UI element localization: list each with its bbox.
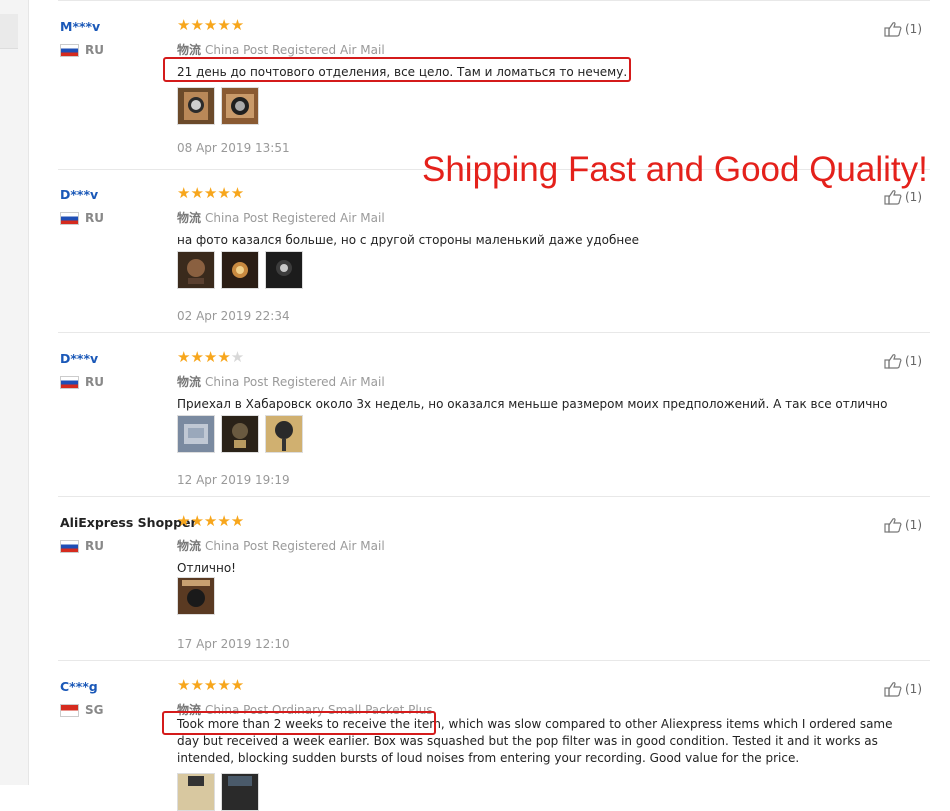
highlight-box-review-5 <box>162 711 436 735</box>
country-code: RU <box>85 211 104 225</box>
review-item: AliExpress Shopper RU ★★★★★ 物流 China Post… <box>58 497 930 661</box>
shipping-method: China Post Registered Air Mail <box>205 539 385 553</box>
reviewer-name[interactable]: D***v <box>60 351 98 366</box>
shipping-method: China Post Registered Air Mail <box>205 375 385 389</box>
page-left-gutter <box>0 0 29 785</box>
review-photo[interactable] <box>221 87 259 125</box>
helpful-button[interactable]: (1) <box>884 517 922 533</box>
reviewer-country: RU <box>60 375 104 389</box>
thumbs-up-icon <box>884 518 902 533</box>
reviewer-country: RU <box>60 211 104 225</box>
review-item: M***v RU ★★★★★ 物流 China Post Registered A… <box>58 0 930 170</box>
russia-flag-icon <box>60 43 79 57</box>
review-text: Приехал в Хабаровск около 3х недель, но … <box>177 397 888 411</box>
thumbs-up-icon <box>884 682 902 697</box>
review-text: на фото казался больше, но с другой стор… <box>177 233 640 247</box>
review-photo[interactable] <box>177 87 215 125</box>
reviewer-name[interactable]: M***v <box>60 19 100 34</box>
review-photos <box>177 415 303 453</box>
review-photo[interactable] <box>177 773 215 811</box>
review-photos <box>177 577 215 615</box>
star-rating: ★★★★★ <box>177 348 245 366</box>
shipping-info: 物流 China Post Registered Air Mail <box>177 537 385 554</box>
shipping-label: 物流 <box>177 375 202 389</box>
helpful-count: (1) <box>905 518 922 532</box>
star-rating: ★★★★★ <box>177 512 245 530</box>
shipping-label: 物流 <box>177 43 202 57</box>
helpful-count: (1) <box>905 190 922 204</box>
singapore-flag-icon <box>60 703 79 717</box>
shipping-info: 物流 China Post Registered Air Mail <box>177 373 385 390</box>
review-photos <box>177 251 303 289</box>
reviewer-name[interactable]: C***g <box>60 679 98 694</box>
review-item: D***v RU ★★★★★ 物流 China Post Registered A… <box>58 169 930 333</box>
review-date: 08 Apr 2019 13:51 <box>177 141 290 155</box>
review-date: 17 Apr 2019 12:10 <box>177 637 290 651</box>
helpful-button[interactable]: (1) <box>884 353 922 369</box>
russia-flag-icon <box>60 375 79 389</box>
review-photo[interactable] <box>177 577 215 615</box>
helpful-count: (1) <box>905 354 922 368</box>
review-photo[interactable] <box>221 773 259 811</box>
review-photo[interactable] <box>221 251 259 289</box>
highlight-box-review-1 <box>163 57 631 82</box>
thumbs-up-icon <box>884 354 902 369</box>
helpful-button[interactable]: (1) <box>884 21 922 37</box>
gutter-tab <box>0 14 18 49</box>
review-photo[interactable] <box>265 251 303 289</box>
review-photos <box>177 773 259 811</box>
review-photo[interactable] <box>177 415 215 453</box>
review-date: 02 Apr 2019 22:34 <box>177 309 290 323</box>
review-photo[interactable] <box>177 251 215 289</box>
review-photo[interactable] <box>265 415 303 453</box>
shipping-label: 物流 <box>177 539 202 553</box>
thumbs-up-icon <box>884 22 902 37</box>
country-code: RU <box>85 43 104 57</box>
helpful-button[interactable]: (1) <box>884 189 922 205</box>
helpful-button[interactable]: (1) <box>884 681 922 697</box>
thumbs-up-icon <box>884 190 902 205</box>
country-code: RU <box>85 539 104 553</box>
star-rating: ★★★★★ <box>177 676 245 694</box>
review-text: Отлично! <box>177 561 236 575</box>
helpful-count: (1) <box>905 22 922 36</box>
star-rating: ★★★★★ <box>177 16 245 34</box>
review-feed: M***v RU ★★★★★ 物流 China Post Registered A… <box>44 0 950 811</box>
review-item: D***v RU ★★★★★ 物流 China Post Registered A… <box>58 333 930 497</box>
helpful-count: (1) <box>905 682 922 696</box>
russia-flag-icon <box>60 211 79 225</box>
review-photos <box>177 87 259 125</box>
reviewer-country: SG <box>60 703 104 717</box>
review-photo[interactable] <box>221 415 259 453</box>
promo-caption: Shipping Fast and Good Quality! <box>422 150 928 189</box>
reviewer-country: RU <box>60 43 104 57</box>
country-code: RU <box>85 375 104 389</box>
star-rating: ★★★★★ <box>177 184 245 202</box>
shipping-method: China Post Registered Air Mail <box>205 211 385 225</box>
reviewer-name[interactable]: D***v <box>60 187 98 202</box>
shipping-label: 物流 <box>177 211 202 225</box>
reviewer-country: RU <box>60 539 104 553</box>
review-date: 12 Apr 2019 19:19 <box>177 473 290 487</box>
shipping-method: China Post Registered Air Mail <box>205 43 385 57</box>
shipping-info: 物流 China Post Registered Air Mail <box>177 209 385 226</box>
russia-flag-icon <box>60 539 79 553</box>
shipping-info: 物流 China Post Registered Air Mail <box>177 41 385 58</box>
country-code: SG <box>85 703 104 717</box>
